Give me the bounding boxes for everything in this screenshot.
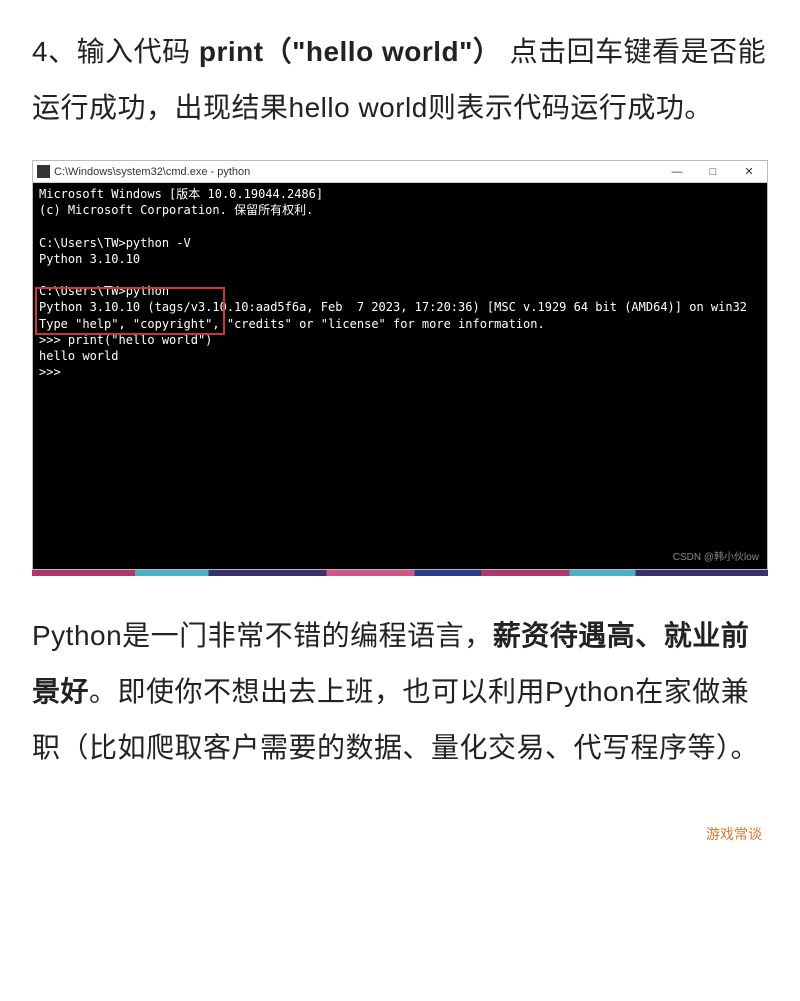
conclusion-paragraph: Python是一门非常不错的编程语言，薪资待遇高、就业前景好。即使你不想出去上班… [32,608,768,776]
terminal-screenshot: C:\Windows\system32\cmd.exe - python — □… [32,160,768,576]
conclusion-p1: Python是一门非常不错的编程语言， [32,620,493,651]
terminal-body: Microsoft Windows [版本 10.0.19044.2486] (… [33,183,767,569]
term-line: C:\Users\TW>python [39,284,169,298]
term-line: Microsoft Windows [版本 10.0.19044.2486] [39,187,323,201]
color-strip [32,570,768,576]
term-line: (c) Microsoft Corporation. 保留所有权利. [39,203,313,217]
source-watermark: 游戏常谈 [706,824,762,844]
term-line: Type "help", "copyright", "credits" or "… [39,317,545,331]
term-line: >>> [39,365,61,379]
term-line: C:\Users\TW>python -V [39,236,191,250]
term-line: hello world [39,349,118,363]
term-line: >>> print("hello world") [39,333,212,347]
instruction-prefix: 4、输入代码 [32,36,199,67]
conclusion-p2: 。即使你不想出去上班，也可以利用Python在家做兼职（比如爬取客户需要的数据、… [32,676,759,763]
instruction-code: print（"hello world"） [199,36,502,67]
term-line: Python 3.10.10 [39,252,140,266]
cmd-window: C:\Windows\system32\cmd.exe - python — □… [32,160,768,570]
window-titlebar: C:\Windows\system32\cmd.exe - python — □… [33,161,767,183]
term-line: Python 3.10.10 (tags/v3.10.10:aad5f6a, F… [39,300,747,314]
window-title: C:\Windows\system32\cmd.exe - python [54,166,250,178]
minimize-button[interactable]: — [659,161,695,182]
csdn-watermark: CSDN @韩小伙low [673,551,759,565]
instruction-paragraph: 4、输入代码 print（"hello world"） 点击回车键看是否能运行成… [32,24,768,136]
cmd-icon [37,165,50,178]
maximize-button[interactable]: □ [695,161,731,182]
close-button[interactable]: ✕ [731,161,767,182]
